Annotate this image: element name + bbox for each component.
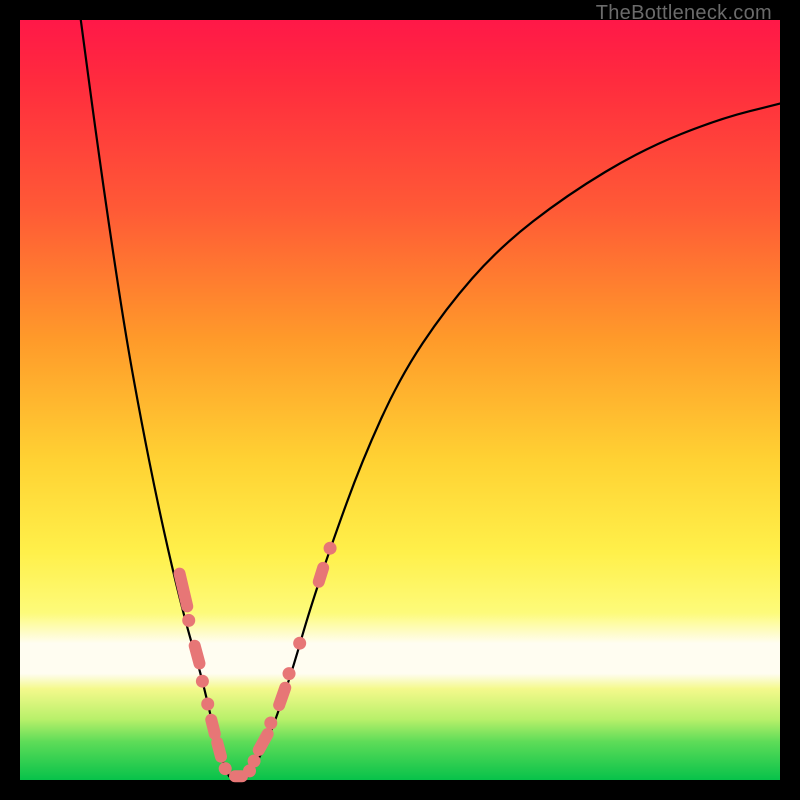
curve-marker-pill [204, 712, 222, 741]
curve-marker-dot [248, 755, 261, 768]
curve-marker-dot [293, 637, 306, 650]
curve-marker-pill [311, 560, 330, 589]
curve-marker-dot [219, 762, 232, 775]
curve-marker-dot [182, 614, 195, 627]
curve-marker-dot [283, 667, 296, 680]
markers-left [172, 566, 231, 775]
curve-marker-dot [201, 698, 214, 711]
right-curve [248, 104, 780, 777]
curve-marker-bottom-bar [229, 770, 248, 782]
curve-marker-pill [187, 638, 206, 670]
curve-marker-dot [196, 675, 209, 688]
left-curve [81, 20, 229, 776]
curve-marker-pill [251, 726, 276, 758]
chart-frame: TheBottleneck.com [20, 20, 780, 780]
chart-svg [20, 20, 780, 780]
curve-marker-pill [272, 680, 293, 713]
markers-right [243, 542, 337, 778]
curve-marker-pill [210, 735, 228, 764]
curve-marker-dot [324, 542, 337, 555]
markers-bottom [229, 770, 248, 782]
curve-marker-dot [264, 717, 277, 730]
curve-marker-pill [172, 566, 194, 613]
